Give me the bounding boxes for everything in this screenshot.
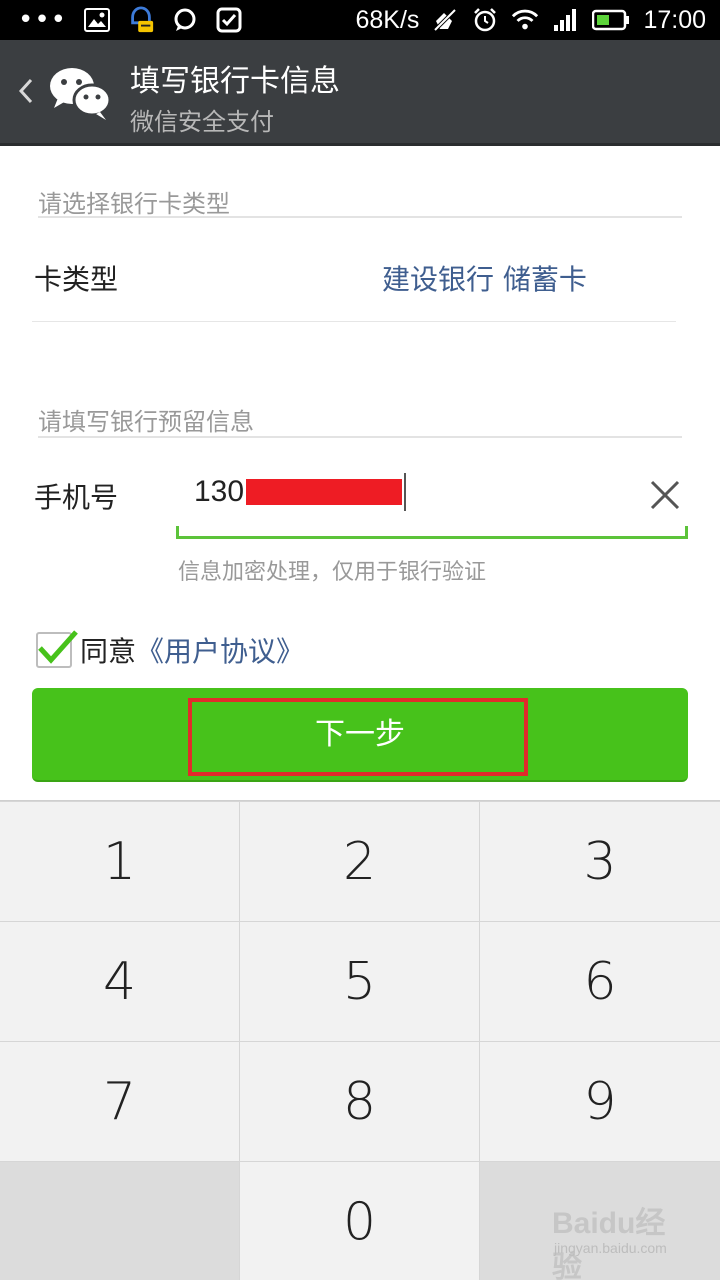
watermark-main: Baidu经验 (552, 1207, 666, 1280)
page-title: 填写银行卡信息 (130, 64, 340, 99)
user-agreement-link[interactable]: 《用户协议》 (136, 630, 304, 670)
agree-text: 同意 (80, 635, 137, 668)
check-icon (215, 6, 243, 34)
agreement-row: 同意 《用户协议》 (36, 630, 304, 670)
key-3[interactable]: 3 (480, 802, 720, 921)
encryption-note: 信息加密处理，仅用于银行验证 (178, 560, 487, 585)
phone-input[interactable]: 130 (194, 470, 634, 514)
back-button[interactable] (14, 76, 40, 106)
wechat-logo-icon (48, 64, 112, 122)
key-4[interactable]: 4 (0, 922, 239, 1041)
alarm-icon (471, 6, 499, 34)
wifi-icon (511, 6, 539, 34)
key-7[interactable]: 7 (0, 1042, 239, 1161)
image-icon (83, 6, 111, 34)
key-0[interactable]: 0 (240, 1162, 479, 1280)
battery-icon (591, 6, 631, 34)
checkmark-icon (38, 630, 78, 664)
key-9[interactable]: 9 (480, 1042, 720, 1161)
key-2[interactable]: 2 (240, 802, 479, 921)
redaction-mark (246, 479, 403, 505)
key-6[interactable]: 6 (480, 922, 720, 1041)
mute-icon (431, 6, 459, 34)
clear-button[interactable] (644, 474, 686, 516)
key-1[interactable]: 1 (0, 802, 239, 921)
phone-section-hint: 请填写银行预留信息 (38, 408, 254, 436)
divider (38, 436, 682, 438)
phone-value: 130 (194, 475, 245, 508)
page-subtitle: 微信安全支付 (130, 108, 274, 136)
back-arrow-icon (18, 78, 33, 104)
status-bar: ••• 68K/s 17:00 (0, 0, 720, 40)
net-speed: 68K/s (355, 5, 420, 34)
key-8[interactable]: 8 (240, 1042, 479, 1161)
signal-icon (551, 6, 579, 34)
agree-checkbox[interactable] (36, 630, 78, 668)
key-5[interactable]: 5 (240, 922, 479, 1041)
input-underline (176, 536, 688, 539)
card-type-label: 卡类型 (34, 263, 119, 296)
divider (32, 321, 676, 322)
title-bar: 填写银行卡信息 微信安全支付 (0, 40, 720, 146)
divider (38, 216, 682, 218)
close-icon (650, 480, 680, 510)
watermark-sub: jingyan.baidu.com (554, 1240, 667, 1256)
key-blank-left (0, 1162, 239, 1280)
qq-icon (127, 6, 155, 34)
clock: 17:00 (643, 5, 706, 34)
card-type-value[interactable]: 建设银行 储蓄卡 (382, 258, 587, 298)
chat-icon (171, 6, 199, 34)
more-dots-icon: ••• (18, 5, 68, 35)
card-section-hint: 请选择银行卡类型 (38, 190, 230, 218)
annotation-highlight (188, 698, 528, 776)
phone-label: 手机号 (34, 481, 119, 514)
text-cursor (404, 473, 407, 511)
input-underline-tick-left (176, 526, 179, 539)
input-underline-tick-right (685, 526, 688, 539)
baidu-watermark: Baidu经验 jingyan.baidu.com (548, 1192, 688, 1280)
